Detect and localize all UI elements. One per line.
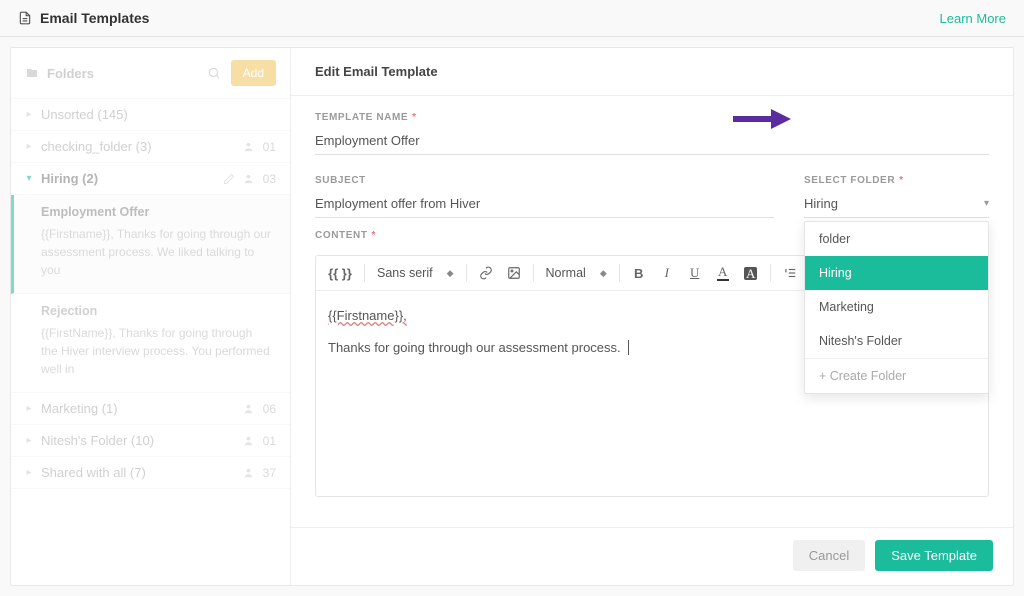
folder-icon — [25, 67, 39, 79]
caret-right-icon: ▸ — [25, 403, 33, 414]
background-color-button[interactable]: A — [738, 260, 764, 286]
user-icon — [243, 141, 254, 152]
share-count: 01 — [258, 434, 276, 448]
separator — [770, 264, 771, 282]
folder-item-shared-all[interactable]: ▸ Shared with all (7) 37 — [11, 457, 290, 489]
separator — [533, 264, 534, 282]
search-icon[interactable] — [207, 66, 221, 80]
subject-input[interactable] — [315, 192, 774, 218]
dropdown-option-marketing[interactable]: Marketing — [805, 290, 988, 324]
folder-item-hiring[interactable]: ▾ Hiring (2) 03 — [11, 163, 290, 195]
sidebar-title: Folders — [47, 66, 94, 81]
select-folder-value: Hiring — [804, 196, 838, 211]
dropdown-option-folder[interactable]: folder — [805, 222, 988, 256]
folder-item-checking[interactable]: ▸ checking_folder (3) 01 — [11, 131, 290, 163]
content-line-1: {{Firstname}}, — [328, 308, 407, 323]
editor-body: TEMPLATE NAME* SUBJECT SELECT FOLDER* Hi… — [291, 96, 1013, 527]
image-icon[interactable] — [501, 260, 527, 286]
separator — [364, 264, 365, 282]
label-select-folder: SELECT FOLDER* — [804, 175, 989, 186]
user-icon — [243, 403, 254, 414]
add-folder-button[interactable]: Add — [231, 60, 276, 86]
subject-field-wrap: SUBJECT — [315, 175, 774, 218]
share-count: 01 — [258, 140, 276, 154]
caret-right-icon: ▸ — [25, 141, 33, 152]
caret-right-icon: ▸ — [25, 467, 33, 478]
pencil-icon[interactable] — [223, 173, 235, 185]
folder-dropdown-menu: folder Hiring Marketing Nitesh's Folder … — [804, 221, 989, 394]
folder-label: Shared with all (7) — [41, 465, 243, 480]
user-icon — [243, 435, 254, 446]
main: Folders Add ▸ Unsorted (145) ▸ checking_… — [10, 47, 1014, 586]
caret-down-icon: ▾ — [25, 173, 33, 184]
save-template-button[interactable]: Save Template — [875, 540, 993, 571]
folder-label: Nitesh's Folder (10) — [41, 433, 243, 448]
link-icon[interactable] — [473, 260, 499, 286]
select-folder-dropdown[interactable]: Hiring ▾ — [804, 192, 989, 218]
content-line-2: Thanks for going through our assessment … — [328, 340, 621, 355]
editor-panel: Edit Email Template TEMPLATE NAME* SUBJE… — [291, 48, 1013, 585]
text-color-button[interactable]: A — [710, 260, 736, 286]
user-icon — [243, 467, 254, 478]
topbar: Email Templates Learn More — [0, 0, 1024, 37]
font-family-select[interactable]: Sans serif◆ — [371, 260, 460, 286]
learn-more-link[interactable]: Learn More — [940, 11, 1006, 26]
template-name-input[interactable] — [315, 129, 989, 155]
cancel-button[interactable]: Cancel — [793, 540, 865, 571]
italic-button[interactable]: I — [654, 260, 680, 286]
sidebar-header: Folders Add — [11, 48, 290, 99]
folder-label: Marketing (1) — [41, 401, 243, 416]
editor-header: Edit Email Template — [291, 48, 1013, 96]
select-folder-wrap: SELECT FOLDER* Hiring ▾ folder Hiring Ma… — [804, 175, 989, 218]
share-count: 06 — [258, 402, 276, 416]
share-count: 37 — [258, 466, 276, 480]
numbered-list-button[interactable] — [777, 260, 803, 286]
folder-item-unsorted[interactable]: ▸ Unsorted (145) — [11, 99, 290, 131]
separator — [466, 264, 467, 282]
caret-right-icon: ▸ — [25, 109, 33, 120]
editor-title: Edit Email Template — [315, 64, 989, 79]
template-preview: {{Firstname}}, Thanks for going through … — [41, 225, 272, 279]
underline-button[interactable]: U — [682, 260, 708, 286]
template-item-employment-offer[interactable]: Employment Offer {{Firstname}}, Thanks f… — [11, 195, 290, 294]
dropdown-option-nitesh[interactable]: Nitesh's Folder — [805, 324, 988, 358]
template-item-rejection[interactable]: Rejection {{FirstName}}, Thanks for goin… — [11, 294, 290, 393]
page-title: Email Templates — [40, 10, 149, 26]
folder-label: checking_folder (3) — [41, 139, 243, 154]
font-size-select[interactable]: Normal◆ — [540, 260, 613, 286]
template-preview: {{FirstName}}, Thanks for going through … — [41, 324, 272, 378]
template-title: Employment Offer — [41, 205, 272, 219]
folder-list: ▸ Unsorted (145) ▸ checking_folder (3) 0… — [11, 99, 290, 585]
folder-item-marketing[interactable]: ▸ Marketing (1) 06 — [11, 393, 290, 425]
separator — [619, 264, 620, 282]
caret-right-icon: ▸ — [25, 435, 33, 446]
app-root: Email Templates Learn More Folders Add ▸… — [0, 0, 1024, 596]
template-title: Rejection — [41, 304, 272, 318]
sidebar: Folders Add ▸ Unsorted (145) ▸ checking_… — [11, 48, 291, 585]
folder-item-nitesh[interactable]: ▸ Nitesh's Folder (10) 01 — [11, 425, 290, 457]
insert-variable-button[interactable]: {{ }} — [322, 260, 358, 286]
label-subject: SUBJECT — [315, 175, 774, 186]
document-icon — [18, 11, 32, 25]
chevron-down-icon: ▾ — [984, 198, 989, 209]
bold-button[interactable]: B — [626, 260, 652, 286]
label-template-name: TEMPLATE NAME* — [315, 112, 989, 123]
folder-label: Hiring (2) — [41, 171, 223, 186]
editor-footer: Cancel Save Template — [291, 527, 1013, 585]
user-icon — [243, 173, 254, 184]
dropdown-option-hiring[interactable]: Hiring — [805, 256, 988, 290]
share-count: 03 — [258, 172, 276, 186]
folder-label: Unsorted (145) — [41, 107, 276, 122]
dropdown-create-folder[interactable]: + Create Folder — [805, 358, 988, 393]
